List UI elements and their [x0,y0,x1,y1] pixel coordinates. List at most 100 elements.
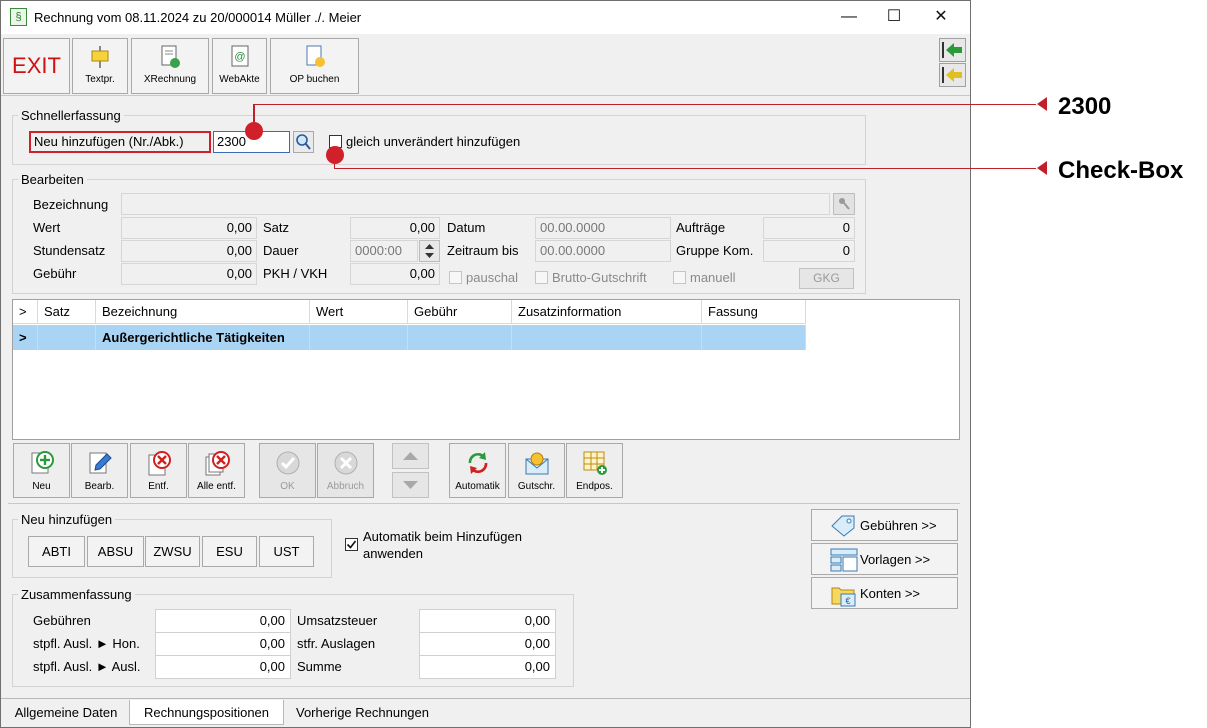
row-fassung[interactable] [702,325,806,350]
vorlagen-button[interactable]: Vorlagen >> [811,543,958,575]
endpos-button[interactable]: Endpos. [566,443,623,498]
row-bezeichnung[interactable]: Außergerichtliche Tätigkeiten [96,325,310,350]
ok-button[interactable]: OK [259,443,316,498]
gkg-button[interactable]: GKG [799,268,854,289]
manuell-checkbox[interactable] [673,271,686,284]
zwsu-button[interactable]: ZWSU [145,536,200,567]
stfr-auslagen-field: 0,00 [419,632,556,656]
nav-back-button[interactable] [939,38,966,62]
col-wert[interactable]: Wert [310,300,408,324]
zeitraum-bis-label: Zeitraum bis [447,243,519,258]
exit-button[interactable]: EXIT [3,38,70,94]
wert-field[interactable]: 0,00 [121,217,257,239]
auftraege-field[interactable]: 0 [763,217,855,239]
maximize-button[interactable]: ☐ [871,1,917,34]
dauer-label: Dauer [263,243,299,258]
automatik-hinzufuegen-checkbox[interactable] [345,538,358,551]
schnellerfassung-title: Schnellerfassung [18,108,124,123]
tab-vorherige-rechnungen[interactable]: Vorherige Rechnungen [285,700,440,725]
col-gebuehr[interactable]: Gebühr [408,300,512,324]
stundensatz-field[interactable]: 0,00 [121,240,257,262]
bezeichnung-pin-button[interactable] [833,193,855,215]
pkh-vkh-label: PKH / VKH [263,266,328,281]
col-fassung[interactable]: Fassung [702,300,806,324]
annotation-label-checkbox: Check-Box [1058,157,1184,184]
row-marker[interactable]: > [13,325,38,350]
row-wert[interactable] [310,325,408,350]
entf-button[interactable]: Entf. [130,443,187,498]
zeitraum-bis-field[interactable]: 00.00.0000 [535,240,671,262]
row-gebuehr[interactable] [408,325,512,350]
bezeichnung-field[interactable] [121,193,830,215]
row-zusatz[interactable] [512,325,702,350]
add-document-icon [31,451,54,474]
close-button[interactable]: ✕ [918,1,964,34]
webakte-button[interactable]: @ WebAkte [212,38,267,94]
arrow-down-icon [403,481,418,489]
neu-button[interactable]: Neu [13,443,70,498]
col-zusatzinformation[interactable]: Zusatzinformation [512,300,702,324]
arrow-left-yellow-icon [942,67,962,83]
col-satz[interactable]: Satz [38,300,96,324]
tab-allgemeine-daten[interactable]: Allgemeine Daten [4,700,128,725]
col-bezeichnung[interactable]: Bezeichnung [96,300,310,324]
stpfl-ausl-label: stpfl. Ausl. ► Ausl. [33,659,141,674]
xrechnung-icon [161,45,180,68]
bearb-button[interactable]: Bearb. [71,443,128,498]
nav-back-yellow-button[interactable] [939,63,966,87]
grid-add-icon [583,451,607,475]
brutto-gutschrift-checkbox[interactable] [535,271,548,284]
delete-all-icon [205,451,230,476]
xrechnung-button[interactable]: XRechnung [131,38,209,94]
neu-hinzufuegen-title: Neu hinzufügen [18,512,116,527]
annotation-arrow-2300 [1037,97,1047,111]
datum-label: Datum [447,220,486,235]
konten-button[interactable]: € Konten >> [811,577,958,609]
abti-button[interactable]: ABTI [28,536,85,567]
stundensatz-label: Stundensatz [33,243,106,258]
op-buchen-button[interactable]: OP buchen [270,38,359,94]
absu-button[interactable]: ABSU [87,536,144,567]
move-down-button[interactable] [392,472,429,498]
positions-table[interactable]: > Satz Bezeichnung Wert Gebühr Zusatzinf… [12,299,960,440]
umsatzsteuer-label: Umsatzsteuer [297,613,378,628]
alle-entf-button[interactable]: Alle entf. [188,443,245,498]
automatik-hinzufuegen-label-1: Automatik beim Hinzufügen [363,529,522,544]
abbruch-button[interactable]: Abbruch [317,443,374,498]
sum-gebuehren-field: 0,00 [155,609,291,633]
ust-button[interactable]: UST [259,536,314,567]
template-list-icon [830,548,858,572]
minimize-button[interactable]: — [826,1,872,34]
op-buchen-icon [306,45,325,67]
separator [8,503,960,504]
accounts-folder-icon: € [831,587,856,607]
automatik-button[interactable]: Automatik [449,443,506,498]
dauer-spinner[interactable] [419,240,440,262]
arrow-left-green-icon [942,42,962,58]
search-button[interactable] [293,131,314,153]
app-paragraph-icon: § [10,8,27,26]
gruppe-kom-label: Gruppe Kom. [676,243,754,258]
col-marker[interactable]: > [13,300,38,324]
pauschal-checkbox[interactable] [449,271,462,284]
dauer-field[interactable]: 0000:00 [350,240,418,262]
gruppe-kom-field[interactable]: 0 [763,240,855,262]
checkmark-icon [346,540,357,549]
datum-field[interactable]: 00.00.0000 [535,217,671,239]
stpfl-hon-label: stpfl. Ausl. ► Hon. [33,636,140,651]
row-satz[interactable] [38,325,96,350]
zusammenfassung-title: Zusammenfassung [18,587,135,602]
tab-rechnungspositionen[interactable]: Rechnungspositionen [129,700,284,725]
webakte-icon: @ [231,45,248,67]
esu-button[interactable]: ESU [202,536,257,567]
satz-field[interactable]: 0,00 [350,217,440,239]
gebuehr-field[interactable]: 0,00 [121,263,257,285]
umsatzsteuer-field: 0,00 [419,609,556,633]
textpr-button[interactable]: Textpr. [72,38,128,94]
gebuehren-button[interactable]: Gebühren >> [811,509,958,541]
move-up-button[interactable] [392,443,429,469]
gutschr-button[interactable]: Gutschr. [508,443,565,498]
brutto-gutschrift-label: Brutto-Gutschrift [552,270,647,285]
pkh-vkh-field[interactable]: 0,00 [350,263,440,285]
annotation-label-2300: 2300 [1058,93,1112,120]
